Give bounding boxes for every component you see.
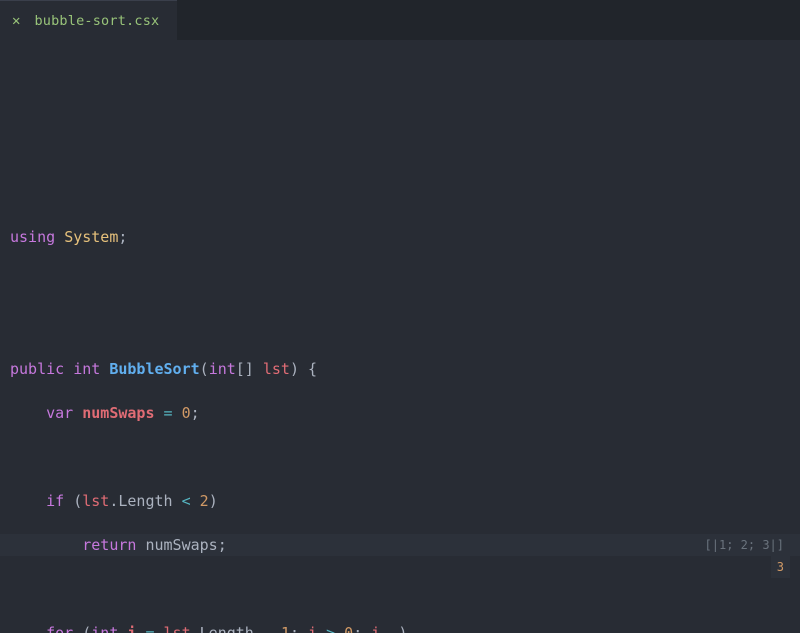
tab-bubble-sort[interactable]: ✕ bubble-sort.csx — [0, 0, 177, 40]
tab-bar: ✕ bubble-sort.csx — [0, 0, 800, 40]
tab-title: bubble-sort.csx — [34, 13, 159, 29]
inline-result-swaps: 3 — [771, 556, 790, 578]
close-icon[interactable]: ✕ — [12, 13, 20, 29]
code-editor[interactable]: [|1; 2; 3|] 3 using System; public int B… — [0, 40, 800, 633]
inline-result-array: [|1; 2; 3|] — [699, 534, 790, 556]
code-block: using System; public int BubbleSort(int[… — [10, 204, 790, 633]
